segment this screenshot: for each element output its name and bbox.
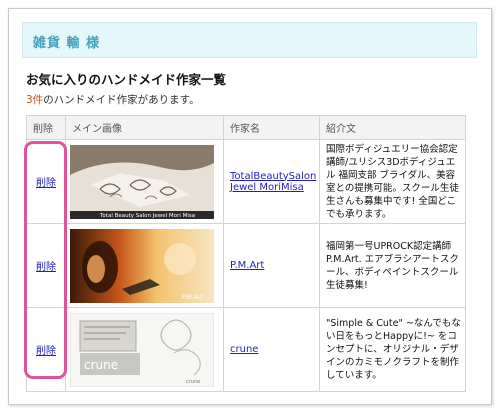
table-row: 削除 crune crune crune "Simple & Cute" ~なん… — [26, 307, 466, 392]
artist-description: "Simple & Cute" ~なんでもない日をもっとHappyに!~ をコン… — [319, 307, 466, 392]
artist-name-line-1: TotalBeautySalon — [230, 170, 317, 182]
table-row: 削除 Total Beauty Salon Jewel Mori Misa To… — [26, 139, 466, 224]
artist-name-link[interactable]: crune — [230, 344, 258, 355]
result-count-text: のハンドメイド作家があります。 — [43, 94, 200, 106]
column-header-artist-name: 作家名 — [223, 115, 320, 140]
artist-thumbnail-image[interactable]: P.M.Art — [70, 228, 214, 303]
favorites-table: 削除 メイン画像 作家名 紹介文 削除 Total Beauty Salon J… — [26, 115, 466, 392]
column-header-delete: 削除 — [26, 115, 66, 140]
artist-name-link[interactable]: P.M.Art — [230, 260, 264, 271]
artist-thumbnail-image[interactable]: Total Beauty Salon Jewel Mori Misa — [70, 144, 214, 219]
artist-description: 福岡第一号UPROCK認定講師P.M.Art. エアブラシアートスクール、ボディ… — [319, 223, 466, 308]
table-header-row: 削除 メイン画像 作家名 紹介文 — [26, 115, 466, 140]
artist-name-line-2: Jewel MoriMisa — [230, 181, 304, 193]
page-title: お気に入りのハンドメイド作家一覧 — [26, 72, 227, 87]
column-header-image: メイン画像 — [65, 115, 224, 140]
thumbnail-caption: P.M.Art — [182, 294, 203, 301]
table-row: 削除 P.M.Art P.M.Art 福岡第一号UPROCK認定講師P.M.Ar… — [26, 223, 466, 308]
artist-name-link[interactable]: TotalBeautySalon Jewel MoriMisa — [230, 171, 316, 193]
column-header-description: 紹介文 — [319, 115, 466, 140]
shop-banner: 雑貨 輸 様 — [22, 22, 477, 58]
banner-label: 雑貨 輸 様 — [33, 36, 101, 51]
delete-link[interactable]: 削除 — [36, 262, 56, 273]
delete-link[interactable]: 削除 — [36, 346, 56, 357]
artist-description: 国際ボディジュエリー協会認定講師/ユリシス3Dボディジュエル 福岡支部 ブライダ… — [319, 139, 466, 224]
thumbnail-caption: Total Beauty Salon Jewel Mori Misa — [99, 213, 195, 219]
thumbnail-signature: crune — [186, 379, 200, 385]
artist-thumbnail-image[interactable]: crune crune — [70, 312, 214, 387]
delete-link[interactable]: 削除 — [36, 178, 56, 189]
thumbnail-caption: crune — [84, 358, 118, 372]
result-count-number: 3件 — [26, 94, 44, 106]
result-count: 3件のハンドメイド作家があります。 — [26, 92, 200, 107]
